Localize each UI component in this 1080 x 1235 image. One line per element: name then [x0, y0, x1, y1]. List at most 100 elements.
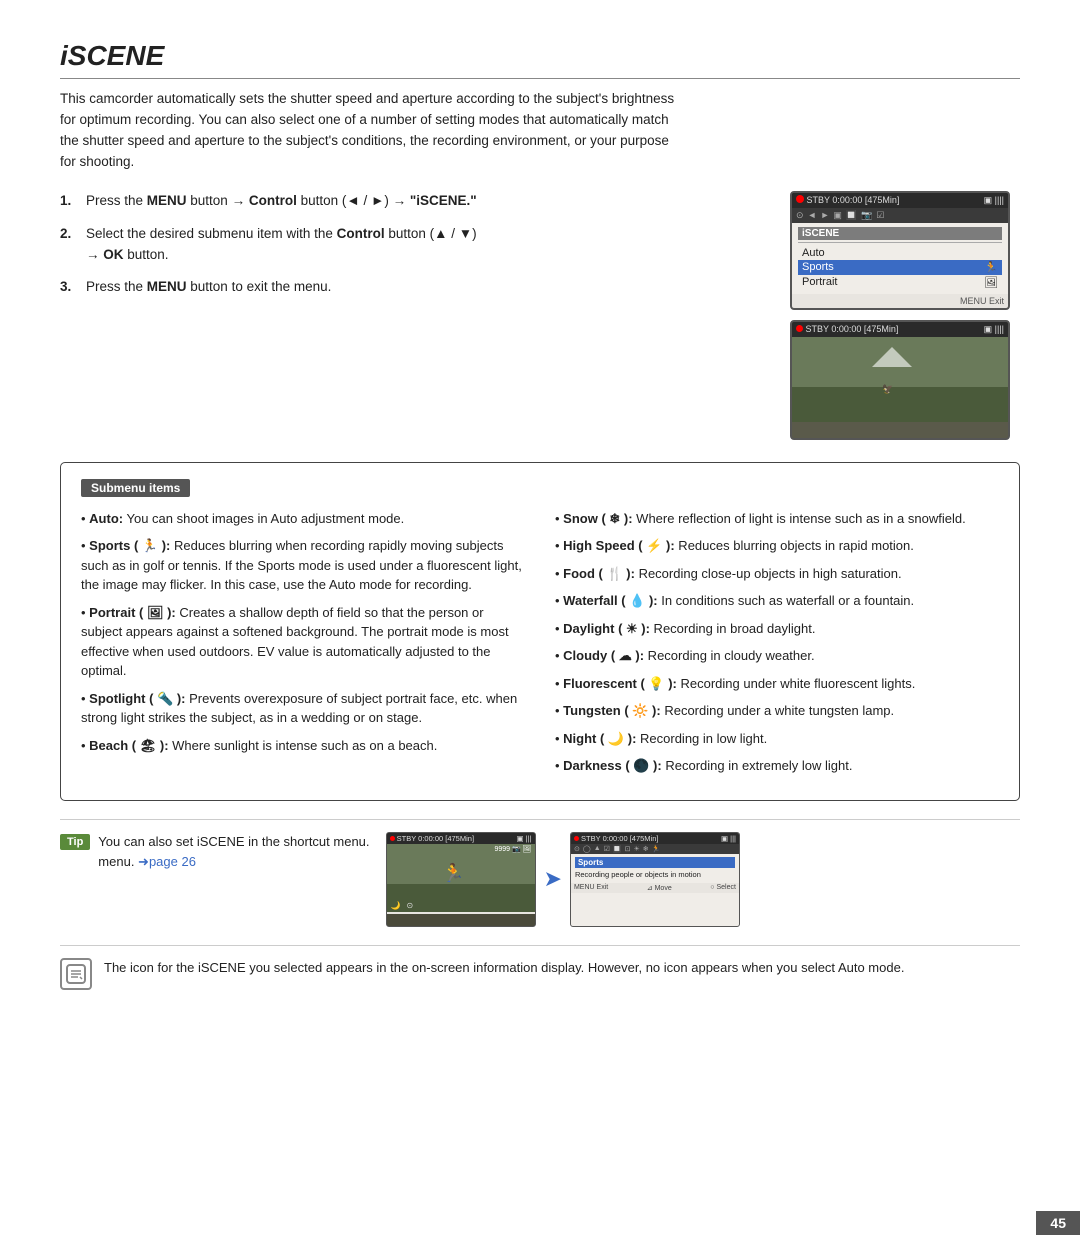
waterfall-label: Waterfall ( 💧 ): [563, 593, 657, 608]
tip-screen-1-body: 9999 📷 🖼 🏃 🌙 ⊙ [387, 844, 535, 912]
divider [798, 242, 1002, 243]
submenu-left-col: Auto: You can shoot images in Auto adjus… [81, 509, 525, 784]
spotlight-label: Spotlight ( 🔦 ): [89, 691, 185, 706]
submenu-waterfall: Waterfall ( 💧 ): In conditions such as w… [555, 591, 999, 611]
submenu-snow: Snow ( ❄ ): Where reflection of light is… [555, 509, 999, 529]
page-number: 45 [1036, 1211, 1080, 1235]
submenu-fluorescent: Fluorescent ( 💡 ): Recording under white… [555, 674, 999, 694]
beach-label: Beach ( 🏖 ): [89, 738, 168, 753]
screen-1-menu: iSCENE Auto Sports 🏃 Portrait 🖼 [792, 223, 1008, 294]
screen-mockup-1: STBY 0:00:00 [475Min] ▣ |||| ⊙◄►▣🔲📷☑ iSC… [790, 191, 1010, 310]
tip-menu-exit: MENU Exit [574, 884, 608, 892]
tip-badge: Tip [60, 834, 90, 850]
auto-label: Auto: [89, 511, 123, 526]
intro-paragraph: This camcorder automatically sets the sh… [60, 89, 680, 173]
tip-screen-1-topbar: STBY 0:00:00 [475Min] ▣ ||| [387, 833, 535, 844]
night-label: Night ( 🌙 ): [563, 731, 636, 746]
submenu-left-list: Auto: You can shoot images in Auto adjus… [81, 509, 525, 756]
submenu-darkness: Darkness ( 🌑 ): Recording in extremely l… [555, 756, 999, 776]
tip-menu-desc: Recording people or objects in motion [575, 870, 735, 881]
svg-text:🏃: 🏃 [442, 862, 464, 883]
step-2: 2. Select the desired submenu item with … [60, 224, 770, 266]
note-svg-icon [65, 963, 87, 985]
note-section: The icon for the iSCENE you selected app… [60, 945, 1020, 990]
step-1-text: Press the MENU button → Control button (… [86, 191, 770, 212]
portrait-icon: 🖼 [984, 276, 998, 289]
step-1: 1. Press the MENU button → Control butto… [60, 191, 770, 212]
portrait-label-2: Portrait ( 🖼 ): [89, 605, 176, 620]
portrait-label: Portrait [802, 276, 837, 288]
tip-screen-2-bottombar: MENU Exit ⊿ Move ○ Select [571, 883, 739, 893]
step-3-text: Press the MENU button to exit the menu. [86, 277, 770, 298]
sports-icon: 🏃 [984, 261, 998, 274]
screen-mockup-2: STBY 0:00:00 [475Min] ▣ |||| 9999 📷 🖼 🦅 [790, 320, 1010, 440]
sports-label-2: Sports ( 🏃 ): [89, 538, 170, 553]
screen-1-icons: ⊙◄►▣🔲📷☑ [792, 208, 1008, 223]
tip-page-ref: ➜page 26 [138, 854, 196, 869]
tip-screen-2-body: Sports Recording people or objects in mo… [571, 854, 739, 884]
main-section: 1. Press the MENU button → Control butto… [60, 191, 1020, 440]
darkness-label: Darkness ( 🌑 ): [563, 758, 662, 773]
rec-dot [796, 195, 804, 203]
submenu-right-col: Snow ( ❄ ): Where reflection of light is… [555, 509, 999, 784]
submenu-highspeed: High Speed ( ⚡ ): Reduces blurring objec… [555, 536, 999, 556]
submenu-night: Night ( 🌙 ): Recording in low light. [555, 729, 999, 749]
rec-dot-2 [796, 325, 803, 332]
steps-column: 1. Press the MENU button → Control butto… [60, 191, 770, 311]
note-text: The icon for the iSCENE you selected app… [104, 958, 904, 978]
submenu-columns: Auto: You can shoot images in Auto adjus… [81, 509, 999, 784]
snow-label: Snow ( ❄ ): [563, 511, 632, 526]
screenshot-column: STBY 0:00:00 [475Min] ▣ |||| ⊙◄►▣🔲📷☑ iSC… [790, 191, 1020, 440]
screen-1-item-portrait: Portrait 🖼 [798, 275, 1002, 290]
tip-menu-title: Sports [575, 857, 735, 868]
screen-1-topbar: STBY 0:00:00 [475Min] ▣ |||| [792, 193, 1008, 208]
screen-1-item-auto: Auto [798, 246, 1002, 260]
page-title: iSCENE [60, 40, 1020, 79]
tungsten-label: Tungsten ( 🔆 ): [563, 703, 661, 718]
screen-2-topbar: STBY 0:00:00 [475Min] ▣ |||| [792, 322, 1008, 337]
tip-screen-2-icons: ⊙◯▲☑🔲⊡☀❄🏃 [571, 844, 739, 854]
tip-icon-1: 🌙 [391, 901, 401, 910]
sports-label: Sports [802, 261, 834, 273]
step-3: 3. Press the MENU button to exit the men… [60, 277, 770, 298]
submenu-box: Submenu items Auto: You can shoot images… [60, 462, 1020, 801]
landscape-svg: 🦅 [792, 337, 1008, 422]
note-icon [60, 958, 92, 990]
step-2-text: Select the desired submenu item with the… [86, 224, 770, 266]
submenu-sports: Sports ( 🏃 ): Reduces blurring when reco… [81, 536, 525, 595]
step-2-number: 2. [60, 224, 76, 266]
tip-screen-1-topbar-right: ▣ ||| [517, 834, 532, 843]
tip-badge-row: Tip You can also set iSCENE in the short… [60, 832, 370, 872]
tip-menu-select: ○ Select [710, 884, 736, 892]
cloudy-label: Cloudy ( ☁ ): [563, 648, 644, 663]
submenu-tungsten: Tungsten ( 🔆 ): Recording under a white … [555, 701, 999, 721]
tip-screen-1-overlay: 9999 📷 🖼 [494, 845, 531, 853]
screen-2-topbar-right: ▣ |||| [984, 324, 1004, 335]
tip-left: Tip You can also set iSCENE in the short… [60, 832, 370, 872]
tip-icon-2: ⊙ [407, 901, 414, 910]
submenu-spotlight: Spotlight ( 🔦 ): Prevents overexposure o… [81, 689, 525, 728]
screen-1-topbar-left: STBY 0:00:00 [475Min] [796, 195, 899, 205]
tip-screen-1-topbar-text: STBY 0:00:00 [475Min] [390, 834, 475, 843]
tip-rec-dot-2 [574, 836, 579, 841]
screen-2-image: 9999 📷 🖼 🦅 [792, 337, 1008, 422]
steps-list: 1. Press the MENU button → Control butto… [60, 191, 770, 299]
menu-exit-label: MENU Exit [960, 296, 1004, 306]
svg-text:🦅: 🦅 [882, 383, 893, 394]
highspeed-label: High Speed ( ⚡ ): [563, 538, 675, 553]
tip-text: You can also set iSCENE in the shortcut … [98, 832, 369, 872]
tip-screens: STBY 0:00:00 [475Min] ▣ ||| 9999 📷 🖼 🏃 🌙… [386, 832, 740, 927]
screen-1-bottom: MENU Exit [792, 294, 1008, 308]
step-3-number: 3. [60, 277, 76, 298]
tip-screen-2-topbar-right: ▣ ||| [721, 834, 736, 843]
tip-screen-2-topbar: STBY 0:00:00 [475Min] ▣ ||| [571, 833, 739, 844]
tip-screen-2-topbar-left: STBY 0:00:00 [475Min] [574, 834, 659, 843]
screen-1-topbar-right: ▣ |||| [984, 195, 1004, 206]
submenu-daylight: Daylight ( ☀ ): Recording in broad dayli… [555, 619, 999, 639]
submenu-portrait: Portrait ( 🖼 ): Creates a shallow depth … [81, 603, 525, 681]
tip-screen-1: STBY 0:00:00 [475Min] ▣ ||| 9999 📷 🖼 🏃 🌙… [386, 832, 536, 927]
submenu-beach: Beach ( 🏖 ): Where sunlight is intense s… [81, 736, 525, 756]
submenu-right-list: Snow ( ❄ ): Where reflection of light is… [555, 509, 999, 776]
screen-2-topbar-left: STBY 0:00:00 [475Min] [796, 324, 898, 334]
tip-section: Tip You can also set iSCENE in the short… [60, 819, 1020, 927]
